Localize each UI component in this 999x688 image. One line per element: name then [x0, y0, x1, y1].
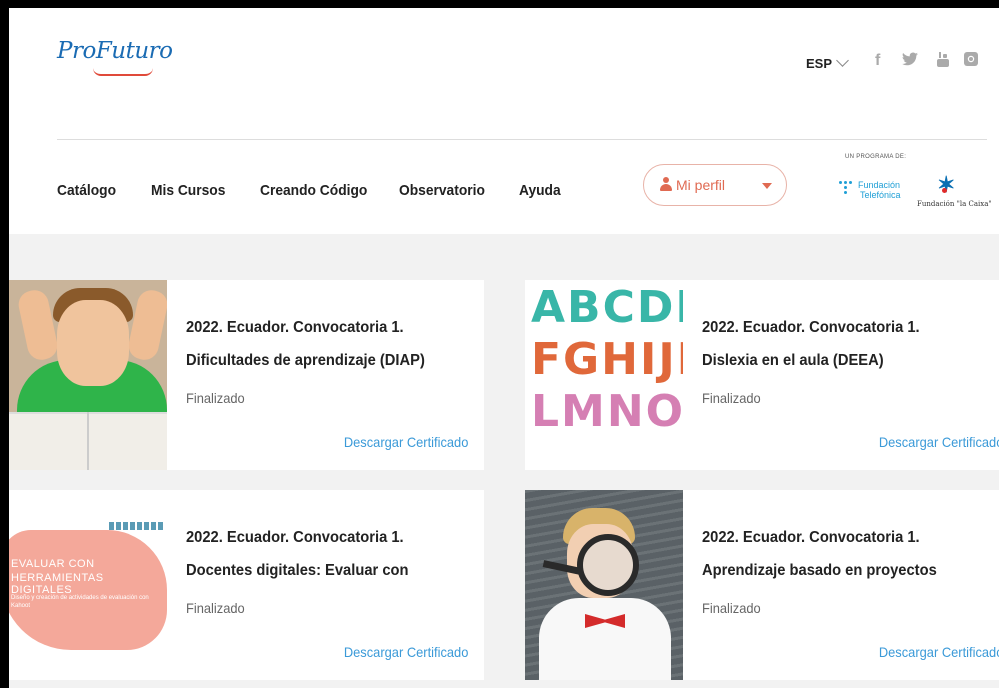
profile-label: Mi perfil: [676, 177, 726, 193]
course-thumbnail-magnifier-boy: [525, 490, 683, 680]
course-title-line2: Docentes digitales: Evaluar con: [186, 562, 409, 579]
course-card[interactable]: EVALUAR CON HERRAMIENTAS DIGITALES Diseñ…: [9, 490, 484, 680]
download-certificate-link[interactable]: Descargar Certificado: [878, 644, 999, 660]
fundacion-telefonica-name: Fundación Telefónica: [858, 180, 901, 200]
header-divider: [57, 139, 987, 140]
nav-ayuda[interactable]: Ayuda: [519, 182, 561, 199]
download-certificate-link[interactable]: Descargar Certificado: [343, 434, 468, 450]
thumb-letters-row: ABCDE: [531, 282, 683, 333]
partners-label: UN PROGRAMA DE:: [845, 154, 907, 160]
course-title-line1: 2022. Ecuador. Convocatoria 1.: [702, 529, 920, 546]
thumb-letters-row: LMNOP: [531, 386, 683, 437]
thumb-letters-row: FGHIJK: [531, 334, 683, 385]
course-title-line2: Dificultades de aprendizaje (DIAP): [186, 352, 425, 369]
course-thumbnail-boy-reading: [9, 280, 167, 470]
fundacion-telefonica-logo-icon: [839, 181, 853, 197]
user-icon: [660, 177, 672, 191]
nav-creando-codigo[interactable]: Creando Código: [260, 182, 367, 199]
course-title-line1: 2022. Ecuador. Convocatoria 1.: [702, 319, 920, 336]
language-selector[interactable]: ESP: [806, 54, 849, 71]
la-caixa-name: Fundación "la Caixa": [917, 200, 992, 208]
course-card[interactable]: 2022. Ecuador. Convocatoria 1. Dificulta…: [9, 280, 484, 470]
course-title-line1: 2022. Ecuador. Convocatoria 1.: [186, 319, 404, 336]
courses-area: 2022. Ecuador. Convocatoria 1. Dificulta…: [9, 234, 999, 688]
course-thumbnail-alphabet: ABCDE FGHIJK LMNOP: [525, 280, 683, 470]
nav-catalogo[interactable]: Catálogo: [57, 182, 116, 199]
nav-observatorio[interactable]: Observatorio: [399, 182, 485, 199]
course-status: Finalizado: [702, 390, 761, 406]
course-status: Finalizado: [186, 600, 245, 616]
download-certificate-link[interactable]: Descargar Certificado: [878, 434, 999, 450]
chevron-down-icon: [836, 54, 849, 67]
course-thumbnail-evaluar: EVALUAR CON HERRAMIENTAS DIGITALES Diseñ…: [9, 490, 167, 680]
magnifying-glass-icon: [577, 534, 639, 596]
logo-text: ProFuturo: [57, 38, 173, 64]
logo-swoosh: [93, 68, 153, 76]
course-status: Finalizado: [186, 390, 245, 406]
course-card[interactable]: ABCDE FGHIJK LMNOP 2022. Ecuador. Convoc…: [525, 280, 999, 470]
twitter-icon[interactable]: [902, 52, 918, 70]
la-caixa-dot: [942, 188, 947, 193]
course-card[interactable]: 2022. Ecuador. Convocatoria 1. Aprendiza…: [525, 490, 999, 680]
la-caixa-star-icon: ✶: [937, 172, 956, 197]
facebook-icon[interactable]: f: [875, 52, 880, 70]
course-title-line1: 2022. Ecuador. Convocatoria 1.: [186, 529, 404, 546]
instagram-icon[interactable]: [964, 52, 978, 71]
course-title-line2: Aprendizaje basado en proyectos: [702, 562, 937, 579]
app-frame: ProFuturo ESP f Catálogo Mis Cursos Crea…: [9, 8, 999, 688]
caret-down-icon: [762, 183, 772, 189]
nav-mis-cursos[interactable]: Mis Cursos: [151, 182, 225, 199]
profuturo-logo[interactable]: ProFuturo: [57, 38, 173, 76]
course-title-line2: Dislexia en el aula (DEEA): [702, 352, 884, 369]
course-status: Finalizado: [702, 600, 761, 616]
download-certificate-link[interactable]: Descargar Certificado: [343, 644, 468, 660]
profile-dropdown[interactable]: Mi perfil: [643, 164, 787, 206]
youtube-icon[interactable]: [936, 52, 950, 73]
language-label: ESP: [806, 56, 833, 71]
